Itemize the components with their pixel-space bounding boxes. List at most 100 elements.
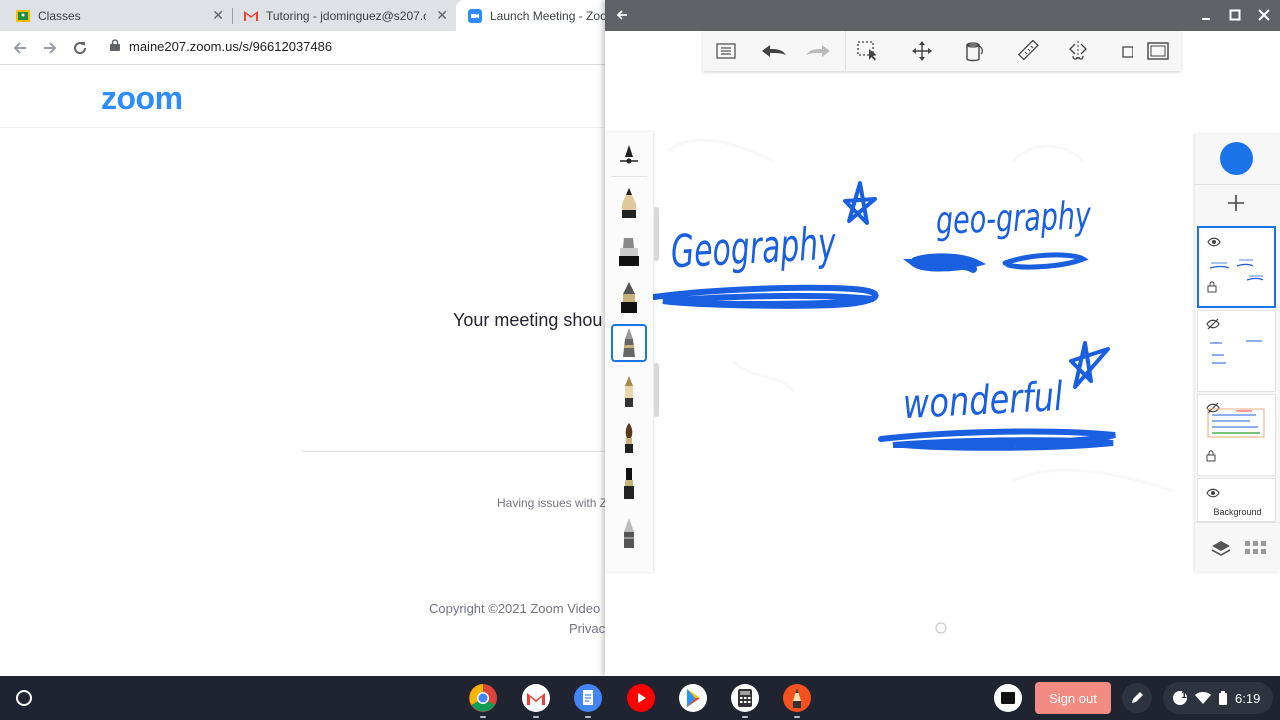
address-bar[interactable]: maine207.zoom.us/s/96612037486 bbox=[110, 39, 332, 54]
grid-view-icon[interactable] bbox=[1245, 541, 1267, 560]
tab-title: Classes bbox=[38, 8, 81, 23]
youtube-icon[interactable] bbox=[625, 682, 657, 714]
fineliner-brush-icon[interactable] bbox=[611, 324, 647, 362]
scroll-indicator[interactable] bbox=[654, 363, 659, 417]
toolbar-separator bbox=[845, 31, 846, 71]
url-text: maine207.zoom.us/s/96612037486 bbox=[129, 39, 333, 54]
layer-background[interactable]: Background bbox=[1197, 478, 1276, 522]
plus-icon bbox=[1228, 195, 1244, 211]
notification-count: 1 bbox=[1181, 690, 1187, 701]
drawing-canvas[interactable]: Geography geo-graphy wonderful bbox=[653, 71, 1195, 676]
star-doodle bbox=[843, 181, 877, 225]
scroll-indicator[interactable] bbox=[654, 207, 659, 261]
launch-message: Your meeting shou bbox=[453, 310, 603, 330]
visible-eye-icon[interactable] bbox=[1206, 485, 1220, 503]
symmetry-icon bbox=[1069, 41, 1087, 61]
privacy-link[interactable]: Privac bbox=[569, 621, 605, 636]
bucket-button[interactable] bbox=[961, 39, 987, 63]
add-layer-button[interactable] bbox=[1225, 192, 1247, 214]
layer-thumbnail-2[interactable] bbox=[1197, 310, 1276, 392]
zoom-icon bbox=[468, 8, 482, 23]
handwriting-geography: Geography bbox=[670, 217, 838, 279]
star-doodle bbox=[1069, 341, 1110, 389]
tab-title: Tutoring - jdominguez@s207.org bbox=[266, 8, 426, 23]
layer-panel-footer bbox=[1195, 522, 1280, 572]
marker-brush-icon[interactable] bbox=[611, 232, 647, 270]
fullscreen-icon bbox=[1147, 42, 1169, 60]
underline-scribble bbox=[653, 284, 879, 309]
sketch-app-icon[interactable] bbox=[781, 682, 813, 714]
battery-icon bbox=[1219, 691, 1227, 705]
list-button[interactable] bbox=[713, 39, 739, 63]
google-docs-icon[interactable] bbox=[572, 682, 604, 714]
opacity-slider-icon[interactable] bbox=[611, 136, 647, 174]
close-tab-icon[interactable]: ✕ bbox=[212, 8, 224, 22]
redo-icon bbox=[806, 45, 830, 57]
calculator-icon[interactable] bbox=[729, 682, 761, 714]
flat-brush-icon[interactable] bbox=[611, 464, 647, 502]
layer-preview bbox=[1207, 408, 1265, 438]
system-tray[interactable]: 1 6:19 bbox=[1163, 682, 1273, 714]
launcher-button[interactable] bbox=[10, 684, 38, 712]
close-tab-icon[interactable]: ✕ bbox=[436, 8, 448, 22]
bucket-icon bbox=[966, 42, 983, 62]
app-back-button[interactable] bbox=[611, 4, 633, 26]
panel-divider bbox=[611, 176, 647, 177]
pen-icon bbox=[1132, 692, 1143, 703]
layers-stack-icon[interactable] bbox=[1211, 539, 1231, 562]
layer-thumbnail-3[interactable] bbox=[1197, 394, 1276, 476]
running-indicator bbox=[742, 716, 748, 718]
stylus-tools-button[interactable] bbox=[1122, 683, 1152, 713]
pencil-brush-icon[interactable] bbox=[611, 184, 647, 222]
running-indicator bbox=[480, 716, 486, 718]
round-brush-icon[interactable] bbox=[611, 418, 647, 456]
brush-panel bbox=[605, 132, 653, 572]
handwriting-wonderful: wonderful bbox=[902, 374, 1064, 428]
underline-scribble bbox=[1002, 252, 1089, 270]
select-button[interactable] bbox=[855, 39, 881, 63]
list-icon bbox=[716, 43, 736, 59]
layer-thumbnail-1[interactable] bbox=[1197, 226, 1276, 308]
screen-capture-icon[interactable] bbox=[992, 682, 1024, 714]
tab-tutoring[interactable]: Tutoring - jdominguez@s207.org ✕ bbox=[232, 0, 456, 31]
app-titlebar bbox=[605, 0, 1280, 31]
copyright-text: Copyright ©2021 Zoom Video bbox=[429, 601, 601, 616]
lock-icon[interactable] bbox=[1206, 449, 1216, 467]
symmetry-button[interactable] bbox=[1065, 39, 1091, 63]
reload-button[interactable] bbox=[69, 37, 91, 59]
move-button[interactable] bbox=[909, 39, 935, 63]
chrome-icon[interactable] bbox=[467, 682, 499, 714]
gmail-icon[interactable] bbox=[520, 682, 552, 714]
underline-scribble bbox=[902, 253, 987, 273]
sign-out-button[interactable]: Sign out bbox=[1035, 682, 1111, 714]
maximize-button[interactable] bbox=[1224, 4, 1246, 26]
issues-text: Having issues with Zo bbox=[497, 496, 614, 510]
play-store-icon[interactable] bbox=[677, 682, 709, 714]
back-arrow-icon bbox=[616, 10, 627, 20]
reload-icon bbox=[74, 42, 87, 55]
ink-pen-brush-icon[interactable] bbox=[611, 278, 647, 316]
undo-button[interactable] bbox=[759, 39, 789, 63]
fullscreen-button[interactable] bbox=[1145, 39, 1171, 63]
select-icon bbox=[857, 41, 877, 61]
fountain-pen-brush-icon[interactable] bbox=[611, 372, 647, 410]
ruler-button[interactable] bbox=[1015, 39, 1041, 63]
clock[interactable]: 6:19 bbox=[1235, 691, 1260, 706]
drawing-app-window: Geography geo-graphy wonderful Backgroun… bbox=[605, 0, 1280, 676]
current-color-swatch[interactable] bbox=[1220, 142, 1253, 175]
minimize-button[interactable] bbox=[1195, 4, 1217, 26]
zoom-logo[interactable]: zoom bbox=[101, 80, 183, 117]
crop-icon bbox=[1122, 46, 1133, 58]
close-button[interactable] bbox=[1253, 4, 1275, 26]
eraser-brush-icon[interactable] bbox=[611, 514, 647, 552]
underline-scribble bbox=[878, 428, 1116, 451]
lock-icon[interactable] bbox=[1207, 280, 1217, 298]
lock-icon bbox=[110, 39, 120, 54]
running-indicator bbox=[533, 716, 539, 718]
crop-button[interactable] bbox=[1119, 39, 1133, 63]
back-button[interactable] bbox=[9, 37, 31, 59]
forward-button[interactable] bbox=[39, 37, 61, 59]
undo-icon bbox=[762, 45, 786, 57]
redo-button[interactable] bbox=[803, 39, 833, 63]
tab-classes[interactable]: Classes ✕ bbox=[0, 0, 232, 31]
